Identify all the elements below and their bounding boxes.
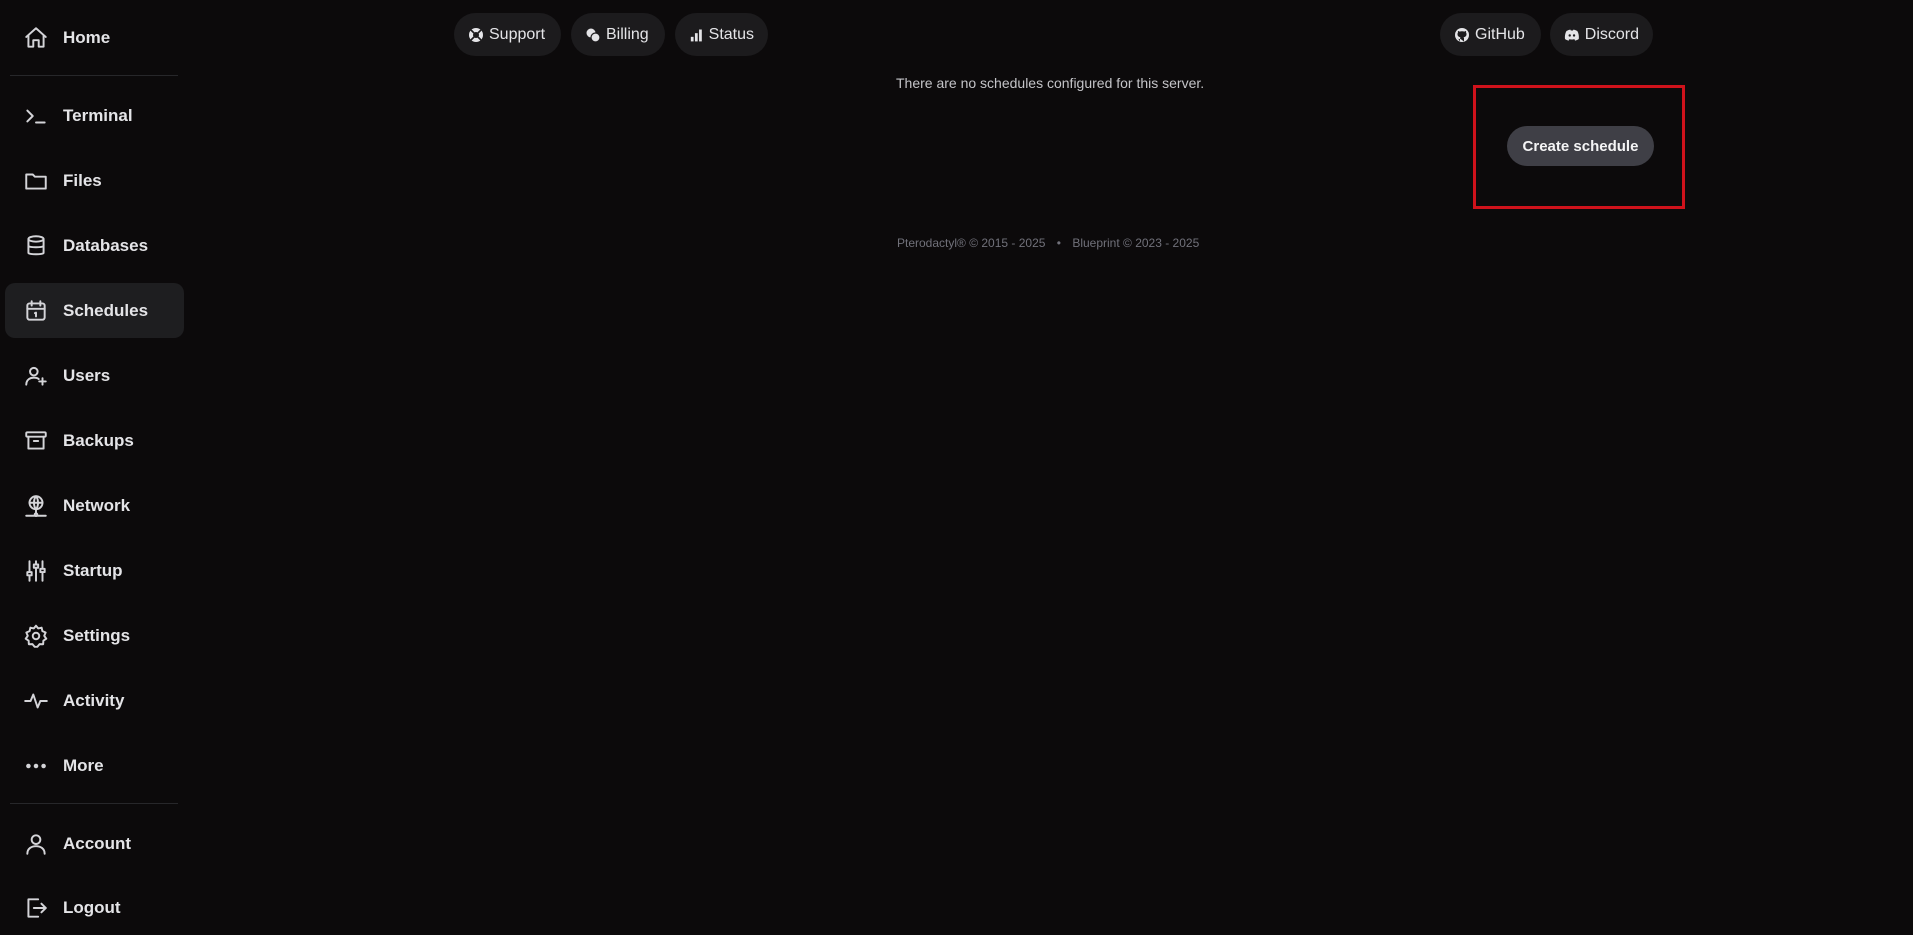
sidebar-item-label: Databases <box>63 235 149 255</box>
sidebar-item-more[interactable]: More <box>5 738 184 793</box>
sidebar-item-label: Startup <box>63 560 123 580</box>
sidebar-item-label: Files <box>63 170 102 190</box>
users-plus-icon <box>22 362 50 390</box>
footer: Pterodactyl® © 2015 - 2025 • Blueprint ©… <box>897 236 1199 250</box>
sidebar-item-label: Terminal <box>63 105 133 125</box>
sidebar-item-label: Logout <box>63 897 121 917</box>
footer-pterodactyl: Pterodactyl® © 2015 - 2025 <box>897 236 1046 250</box>
gear-icon <box>22 622 50 650</box>
billing-button[interactable]: Billing <box>571 13 665 56</box>
support-label: Support <box>489 25 546 43</box>
sliders-icon <box>22 557 50 585</box>
sidebar-item-network[interactable]: Network <box>5 478 184 533</box>
support-button[interactable]: Support <box>454 13 561 56</box>
sidebar-item-startup[interactable]: Startup <box>5 543 184 598</box>
terminal-icon <box>22 102 50 130</box>
discord-button[interactable]: Discord <box>1550 13 1653 56</box>
sidebar-item-schedules[interactable]: Schedules <box>5 283 184 338</box>
folder-icon <box>22 167 50 195</box>
github-icon <box>1455 27 1469 42</box>
bar-chart-icon <box>690 29 702 41</box>
sidebar-item-databases[interactable]: Databases <box>5 218 184 273</box>
status-label: Status <box>708 25 754 43</box>
footer-blueprint: Blueprint © 2023 - 2025 <box>1072 236 1200 250</box>
sidebar-item-activity[interactable]: Activity <box>5 673 184 728</box>
sidebar-item-label: Home <box>63 27 111 47</box>
ellipsis-icon <box>22 752 50 780</box>
sidebar-item-label: Users <box>63 365 111 385</box>
status-button[interactable]: Status <box>675 13 768 56</box>
sidebar-item-users[interactable]: Users <box>5 348 184 403</box>
sidebar-divider <box>10 803 178 804</box>
github-button[interactable]: GitHub <box>1440 13 1541 56</box>
sidebar-item-label: Backups <box>63 430 134 450</box>
sidebar-item-label: Network <box>63 495 131 515</box>
coins-icon <box>586 28 601 43</box>
sidebar-item-label: Activity <box>63 690 125 710</box>
sidebar-item-settings[interactable]: Settings <box>5 608 184 663</box>
sidebar-item-logout[interactable]: Logout <box>5 880 184 935</box>
discord-icon <box>1564 29 1579 41</box>
empty-schedules-message: There are no schedules configured for th… <box>896 75 1205 91</box>
billing-label: Billing <box>606 25 649 43</box>
sidebar-item-files[interactable]: Files <box>5 153 184 208</box>
lifebuoy-icon <box>469 27 483 42</box>
home-icon <box>22 24 50 52</box>
database-icon <box>22 232 50 260</box>
user-icon <box>22 830 50 858</box>
pulse-icon <box>22 687 50 715</box>
footer-separator: • <box>1056 236 1061 250</box>
sidebar-item-label: Schedules <box>63 300 149 320</box>
sidebar-item-backups[interactable]: Backups <box>5 413 184 468</box>
sidebar-item-home[interactable]: Home <box>5 10 184 65</box>
sidebar-item-account[interactable]: Account <box>5 816 184 871</box>
logout-icon <box>22 894 50 922</box>
sidebar-divider <box>10 75 178 76</box>
discord-label: Discord <box>1584 25 1639 43</box>
sidebar: Home Terminal Files Databases Schedules … <box>0 0 186 918</box>
sidebar-item-label: Settings <box>63 625 131 645</box>
calendar-icon <box>22 297 50 325</box>
sidebar-item-label: More <box>63 755 104 775</box>
github-label: GitHub <box>1475 25 1525 43</box>
sidebar-item-label: Account <box>63 833 131 853</box>
archive-icon <box>22 427 50 455</box>
sidebar-item-terminal[interactable]: Terminal <box>5 88 184 143</box>
globe-network-icon <box>22 492 50 520</box>
create-schedule-button[interactable]: Create schedule <box>1507 126 1654 166</box>
